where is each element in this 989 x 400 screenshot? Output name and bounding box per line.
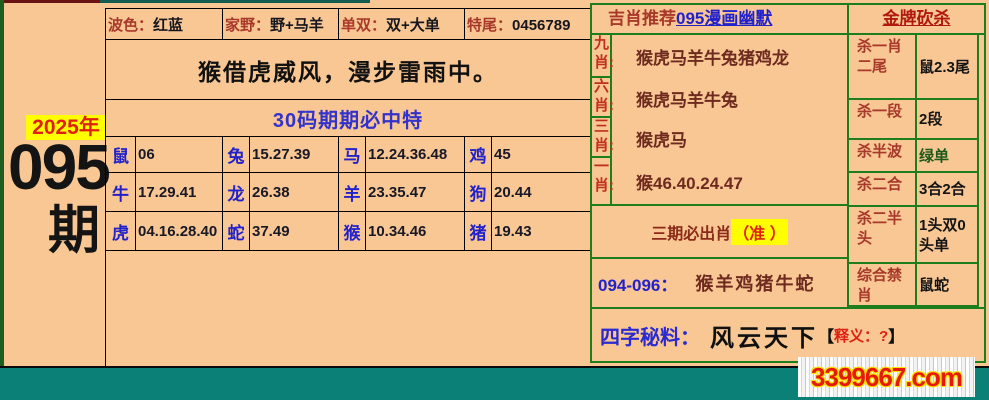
wave-color-cell: 波色：红蓝 (106, 9, 223, 40)
secret-content: 风云天下 (710, 318, 818, 353)
kill-half-wave-label: 杀半波 (847, 140, 915, 173)
zodiac-tiger: 虎 (106, 212, 136, 251)
banner30-text: 30码期期必中特 (106, 100, 591, 137)
six-xiao-label: 六肖: (592, 78, 612, 118)
lucky-zodiac-title: 吉肖推荐095漫画幽默 (592, 5, 847, 35)
top-edge-teal-strip (100, 0, 370, 3)
prediction-table: 波色：红蓝 家野：野+马羊 单双：双+大单 特尾：0456789 猴借虎威风，漫… (105, 8, 591, 251)
combined-ban-zodiac-value: 鼠蛇 (915, 264, 977, 307)
issue-suffix-label: 期 (42, 200, 106, 262)
zodiac-rabbit: 兔 (223, 137, 250, 173)
three-period-accuracy-mark: （准 ） (731, 219, 787, 245)
site-url[interactable]: 3399667.com (811, 362, 962, 393)
right-panel: 吉肖推荐095漫画幽默 金牌砍杀 九肖: 六肖: 三肖: 一肖: 猴虎马羊牛兔猪… (590, 3, 986, 363)
poem-row: 猴借虎威风，漫步雷雨中。 (106, 40, 591, 100)
kill-two-half-heads-label: 杀二半头 (847, 207, 915, 264)
secret-bracket-close: 】 (888, 323, 904, 347)
four-char-secret-row: 四字秘料： 风云天下 【 释义：? 】 (592, 307, 984, 361)
secret-meaning-note: 释义：? (834, 325, 888, 346)
issue-range-label: 094-096： (598, 271, 677, 296)
special-tail-label: 特尾： (467, 17, 512, 34)
secret-bracket-open: 【 (818, 323, 834, 347)
site-banner[interactable]: 3399667.com (798, 357, 975, 397)
six-xiao-content: 猴虎马羊牛兔 (616, 78, 844, 118)
zodiac-rooster: 鸡 (465, 137, 492, 173)
zodiac-dog: 狗 (465, 173, 492, 212)
zodiac-dragon: 龙 (223, 173, 250, 212)
nine-xiao-label: 九肖: (592, 35, 612, 78)
kill-two-half-heads-value: 1头双0头单 (915, 207, 977, 264)
left-panel-divider-line (105, 244, 106, 366)
zodiac-monkey: 猴 (339, 212, 366, 251)
combined-ban-zodiac-label: 综合禁肖 (847, 264, 915, 307)
kill-one-segment-label: 杀一段 (847, 100, 915, 140)
zodiac-tiger-numbers: 04.16.28.40 (136, 212, 223, 251)
issue-number: 095 (8, 128, 106, 206)
special-tail-value: 0456789 (512, 17, 570, 34)
zodiac-dragon-numbers: 26.38 (250, 173, 339, 212)
zodiac-monkey-numbers: 10.34.46 (366, 212, 465, 251)
issue-range-row: 094-096： 猴羊鸡猪牛蛇 (592, 257, 847, 307)
kill-one-zodiac-two-tails-label: 杀一肖二尾 (847, 35, 915, 100)
family-wild-label: 家野： (225, 17, 270, 34)
zodiac-dog-numbers: 20.44 (492, 173, 591, 212)
odd-even-value: 双+大单 (386, 17, 440, 34)
gold-kill-title: 金牌砍杀 (847, 5, 984, 35)
poem-text: 猴借虎威风，漫步雷雨中。 (106, 40, 591, 100)
zodiac-pig-numbers: 19.43 (492, 212, 591, 251)
odd-even-label: 单双： (341, 17, 386, 34)
comic-humor-link[interactable]: 095漫画幽默 (676, 9, 772, 28)
zodiac-ox-numbers: 17.29.41 (136, 173, 223, 212)
zodiac-snake: 蛇 (223, 212, 250, 251)
zodiac-rabbit-numbers: 15.27.39 (250, 137, 339, 173)
three-period-row: 三期必出肖（准 ） (592, 204, 847, 257)
zodiac-row-1: 鼠 06 兔 15.27.39 马 12.24.36.48 鸡 45 (106, 137, 591, 173)
family-wild-value: 野+马羊 (270, 17, 324, 34)
kill-column-right-divider (977, 35, 979, 307)
three-period-title: 三期必出肖 (651, 220, 731, 244)
zodiac-row-2: 牛 17.29.41 龙 26.38 羊 23.35.47 狗 20.44 (106, 173, 591, 212)
wave-color-label: 波色： (108, 17, 153, 34)
zodiac-rat-numbers: 06 (136, 137, 223, 173)
zodiac-ox: 牛 (106, 173, 136, 212)
issue-range-zodiacs: 猴羊鸡猪牛蛇 (695, 270, 815, 296)
one-xiao-content: 猴46.40.24.47 (616, 158, 844, 204)
zodiac-goat-numbers: 23.35.47 (366, 173, 465, 212)
zodiac-pig: 猪 (465, 212, 492, 251)
kill-two-sum-label: 杀二合 (847, 173, 915, 207)
zodiac-snake-numbers: 37.49 (250, 212, 339, 251)
family-wild-cell: 家野：野+马羊 (223, 9, 339, 40)
kill-one-segment-value: 2段 (915, 100, 977, 140)
attribute-header-row: 波色：红蓝 家野：野+马羊 单双：双+大单 特尾：0456789 (106, 9, 591, 40)
top-edge-maroon-strip (0, 0, 100, 3)
odd-even-cell: 单双：双+大单 (339, 9, 465, 40)
wave-color-value: 红蓝 (153, 17, 183, 34)
left-edge-green-bar (0, 0, 4, 400)
three-xiao-content: 猴虎马 (616, 118, 844, 158)
zodiac-goat: 羊 (339, 173, 366, 212)
zodiac-rooster-numbers: 45 (492, 137, 591, 173)
zodiac-horse: 马 (339, 137, 366, 173)
kill-two-sum-value: 3合2合 (915, 173, 977, 207)
zodiac-row-3: 虎 04.16.28.40 蛇 37.49 猴 10.34.46 猪 19.43 (106, 212, 591, 251)
banner30-row: 30码期期必中特 (106, 100, 591, 137)
secret-label: 四字秘料： (600, 321, 700, 350)
lottery-prediction-sheet: 2025年 095 期 波色：红蓝 家野：野+马羊 单双：双+大单 特尾：045… (0, 0, 989, 400)
three-xiao-label: 三肖: (592, 118, 612, 158)
special-tail-cell: 特尾：0456789 (465, 9, 591, 40)
kill-one-zodiac-two-tails-value: 鼠2.3尾 (915, 35, 977, 100)
kill-half-wave-value: 绿单 (915, 140, 977, 173)
one-xiao-label: 一肖: (592, 158, 612, 204)
zodiac-horse-numbers: 12.24.36.48 (366, 137, 465, 173)
zodiac-rat: 鼠 (106, 137, 136, 173)
nine-xiao-content: 猴虎马羊牛兔猪鸡龙 (616, 35, 844, 78)
lucky-zodiac-title-prefix: 吉肖推荐 (608, 9, 676, 28)
